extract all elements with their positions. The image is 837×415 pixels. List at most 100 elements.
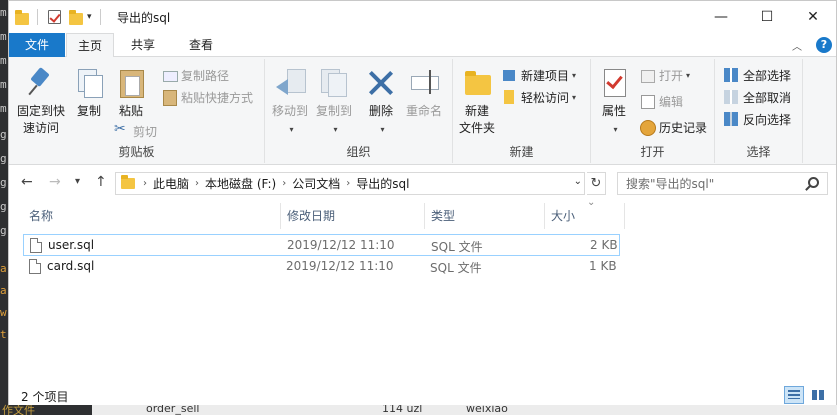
copy-to-button[interactable]: 复制到 ▾ — [313, 63, 355, 138]
select-none-button[interactable]: 全部取消 — [723, 87, 791, 107]
group-label-select: 选择 — [746, 145, 771, 159]
breadcrumb-company-docs[interactable]: 公司文档 — [292, 175, 340, 192]
new-item-icon — [501, 67, 517, 83]
pin-icon — [26, 67, 56, 97]
dropdown-arrow-icon: ▾ — [333, 125, 338, 134]
breadcrumb-separator-icon[interactable]: › — [282, 178, 286, 189]
folder-icon — [15, 9, 29, 25]
paste-icon — [116, 67, 146, 98]
paste-button[interactable]: 粘贴 — [113, 63, 149, 120]
tab-view[interactable]: 查看 — [175, 33, 227, 57]
address-dropdown-chevron-icon[interactable]: ⌄ — [574, 176, 582, 187]
copy-button[interactable]: 复制 — [71, 63, 107, 120]
customize-toolbar-chevron-icon[interactable]: ▾ — [87, 12, 92, 22]
title-bar: ▾ 导出的sql — ☐ ✕ — [9, 1, 836, 33]
search-box — [617, 172, 828, 195]
details-view-icon[interactable] — [784, 386, 804, 404]
large-icons-view-icon[interactable] — [808, 386, 828, 404]
move-to-button[interactable]: 移动到 ▾ — [269, 63, 311, 138]
breadcrumb-separator-icon[interactable]: › — [143, 178, 147, 189]
invert-selection-button[interactable]: 反向选择 — [723, 109, 791, 129]
copy-to-icon — [319, 67, 349, 97]
history-button[interactable]: 历史记录 — [639, 117, 707, 137]
toolbar-separator — [99, 9, 101, 25]
dropdown-arrow-icon: ▾ — [572, 92, 577, 102]
properties-check-icon[interactable] — [48, 10, 61, 24]
breadcrumb-local-disk[interactable]: 本地磁盘 (F:) — [205, 175, 276, 192]
delete-button[interactable]: 删除 ▾ — [365, 63, 397, 138]
dropdown-arrow-icon: ▾ — [613, 125, 618, 134]
column-header-type[interactable]: 类型 — [425, 203, 545, 229]
new-item-button[interactable]: 新建项目 ▾ — [501, 65, 576, 85]
paste-shortcut-label: 粘贴快捷方式 — [181, 90, 254, 105]
copy-path-button[interactable]: 复制路径 — [161, 65, 229, 85]
open-button[interactable]: 打开 ▾ — [639, 65, 690, 85]
tab-home[interactable]: 主页 — [66, 33, 114, 58]
forward-arrow-icon[interactable]: → — [49, 174, 61, 190]
delete-label: 删除 — [368, 104, 393, 118]
pin-label-line1: 固定到快 — [16, 104, 65, 118]
tab-share[interactable]: 共享 — [117, 33, 169, 57]
recent-locations-chevron-icon[interactable]: ▾ — [75, 176, 80, 187]
breadcrumb-separator-icon[interactable]: › — [195, 178, 199, 189]
ribbon-tabs: 文件 主页 共享 查看 ︿ ? — [9, 33, 836, 58]
quick-access-toolbar: ▾ — [9, 1, 101, 33]
file-name: user.sql — [48, 238, 95, 252]
bg-char: t — [0, 328, 7, 341]
breadcrumb-separator-icon[interactable]: › — [346, 178, 350, 189]
bg-char: g — [0, 224, 7, 237]
search-icon[interactable] — [808, 177, 819, 188]
close-button[interactable]: ✕ — [790, 1, 836, 33]
properties-button[interactable]: 属性 ▾ — [597, 63, 631, 138]
breadcrumb-exported-sql[interactable]: 导出的sql — [356, 175, 409, 192]
back-arrow-icon[interactable]: ← — [21, 174, 33, 190]
file-row[interactable]: card.sql 2019/12/12 11:10 SQL 文件 1 KB — [23, 256, 620, 278]
bg-char: a — [0, 262, 7, 275]
bg-char: a — [0, 284, 7, 297]
paste-shortcut-button[interactable]: 粘贴快捷方式 — [161, 87, 253, 107]
column-header-modified[interactable]: 修改日期 — [281, 203, 425, 229]
ribbon-group-select: 全部选择 全部取消 反向选择 选择 — [715, 59, 803, 163]
delete-x-icon — [366, 67, 396, 97]
file-icon — [29, 259, 41, 274]
up-arrow-icon[interactable]: ↑ — [95, 174, 107, 190]
group-label-open: 打开 — [640, 145, 665, 159]
dropdown-arrow-icon: ▾ — [289, 125, 294, 134]
cut-button[interactable]: 剪切 — [113, 121, 157, 141]
window-controls: — ☐ ✕ — [698, 1, 836, 33]
column-header-size[interactable]: 大小 — [545, 203, 625, 229]
background-editor-gutter: m m m m m g g g g g a a w t — [0, 0, 8, 415]
bg-char: m — [0, 30, 7, 43]
file-row[interactable]: user.sql 2019/12/12 11:10 SQL 文件 2 KB — [23, 234, 620, 256]
breadcrumb-this-pc[interactable]: 此电脑 — [153, 175, 189, 192]
history-label: 历史记录 — [659, 120, 708, 135]
copy-icon — [74, 67, 104, 98]
select-all-label: 全部选择 — [743, 68, 792, 83]
new-folder-button[interactable]: 新建 文件夹 — [457, 63, 497, 137]
properties-label: 属性 — [601, 104, 626, 118]
rename-button[interactable]: 重命名 — [401, 63, 447, 120]
search-input[interactable] — [626, 173, 806, 194]
ribbon-group-clipboard: 固定到快 速访问 复制 粘贴 复制路径 粘贴快捷方式 剪切 — [9, 59, 265, 163]
new-folder-icon[interactable] — [69, 9, 83, 25]
column-header-name[interactable]: 名称 — [23, 203, 281, 229]
pin-to-quick-access-button[interactable]: 固定到快 速访问 — [13, 63, 69, 137]
open-label: 打开 — [659, 68, 684, 83]
scissors-icon — [113, 121, 129, 139]
maximize-button[interactable]: ☐ — [744, 1, 790, 33]
file-explorer-window: ▾ 导出的sql — ☐ ✕ 文件 主页 共享 查看 ︿ ? 固定到快 速访问 — [8, 0, 837, 405]
easy-access-button[interactable]: 轻松访问 ▾ — [501, 87, 576, 107]
file-size: 2 KB — [590, 238, 618, 252]
help-icon[interactable]: ? — [816, 37, 832, 53]
address-bar[interactable]: › 此电脑 › 本地磁盘 (F:) › 公司文档 › 导出的sql ⌄ — [115, 172, 585, 195]
collapse-ribbon-chevron-icon[interactable]: ︿ — [792, 38, 802, 53]
tab-file[interactable]: 文件 — [9, 33, 65, 57]
select-all-button[interactable]: 全部选择 — [723, 65, 791, 85]
refresh-icon[interactable]: ↻ — [587, 172, 606, 195]
bg-char: m — [0, 54, 7, 67]
group-label-new: 新建 — [509, 145, 534, 159]
minimize-button[interactable]: — — [698, 1, 744, 33]
edit-button[interactable]: 编辑 — [639, 91, 683, 111]
toolbar-separator — [37, 9, 38, 25]
history-icon — [639, 119, 656, 136]
